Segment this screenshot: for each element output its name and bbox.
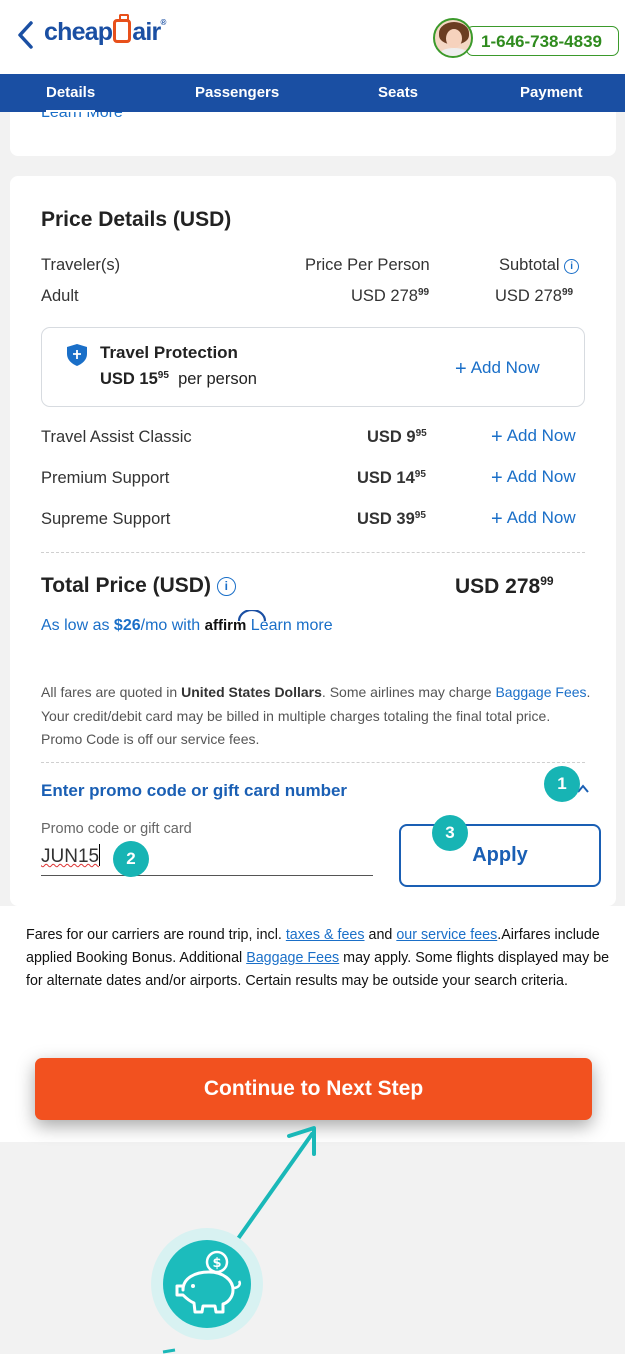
price-details-card: Price Details (USD) Traveler(s) Price Pe… <box>10 176 616 906</box>
tab-details[interactable]: Details <box>46 84 96 113</box>
baggage-fees-link[interactable]: Baggage Fees <box>246 950 339 966</box>
checkout-steps-nav: Details Passengers Seats Payment <box>0 74 625 113</box>
travel-protection-title: Travel Protection <box>100 343 238 362</box>
col-traveler: Traveler(s) <box>41 256 121 274</box>
service-fees-link[interactable]: our service fees <box>396 927 497 943</box>
tab-payment[interactable]: Payment <box>520 84 583 101</box>
total-info-icon[interactable]: i <box>216 577 236 596</box>
shield-icon <box>67 344 87 366</box>
subtotal-value: USD 27899 <box>495 287 574 305</box>
affirm-financing: As low as $26/mo with affirm Learn more <box>41 617 333 634</box>
baggage-fees-link[interactable]: Baggage Fees <box>495 684 586 700</box>
traveler-type: Adult <box>41 287 79 305</box>
travel-protection-price: USD 1595 per person <box>100 370 257 388</box>
previous-card: Learn More <box>10 112 616 156</box>
price-details-title: Price Details (USD) <box>41 208 232 231</box>
agent-avatar <box>433 18 473 58</box>
back-arrow-icon[interactable] <box>14 20 38 50</box>
fare-disclaimer: All fares are quoted in United States Do… <box>41 684 591 747</box>
svg-text:$: $ <box>212 1256 221 1271</box>
step-badge-3: 3 <box>432 815 468 851</box>
cheapoair-logo[interactable]: cheap air® <box>44 14 166 47</box>
apply-promo-button[interactable]: Apply <box>399 824 601 887</box>
addon-supreme-support-add-button[interactable]: + Add Now <box>491 508 576 531</box>
addon-label: Supreme Support <box>41 510 171 528</box>
addon-premium-support-add-button[interactable]: + Add Now <box>491 467 576 490</box>
total-price-value: USD 27899 <box>455 574 554 598</box>
promo-code-heading[interactable]: Enter promo code or gift card number <box>41 781 347 801</box>
price-per-person-value: USD 27899 <box>351 287 430 305</box>
tab-seats[interactable]: Seats <box>378 84 418 101</box>
subtotal-info-icon[interactable]: i <box>564 259 580 274</box>
phone-number-button[interactable]: 1-646-738-4839 <box>466 26 619 56</box>
learn-more-link[interactable]: Learn More <box>41 112 123 122</box>
total-price-label: Total Price (USD) i <box>41 574 236 598</box>
piggy-bank-icon: $ <box>163 1240 251 1328</box>
divider <box>41 762 585 763</box>
travel-protection-add-button[interactable]: + Add Now <box>455 358 540 381</box>
continue-button[interactable]: Continue to Next Step <box>35 1058 592 1120</box>
col-price-per-person: Price Per Person <box>305 256 430 274</box>
travel-protection-box: Travel Protection USD 1595 per person + A… <box>41 327 585 407</box>
col-subtotal: Subtotal i <box>499 256 580 275</box>
step-badge-1: 1 <box>544 766 580 802</box>
divider <box>41 552 585 553</box>
promo-code-input[interactable]: JUN15 <box>41 844 373 876</box>
fares-note: Fares for our carriers are round trip, i… <box>26 927 610 989</box>
affirm-arc-icon <box>237 610 267 622</box>
text-cursor <box>99 844 101 866</box>
addon-price: USD 995 <box>367 428 427 446</box>
addon-price: USD 1495 <box>357 469 426 487</box>
addon-label: Travel Assist Classic <box>41 428 192 446</box>
step-badge-2: 2 <box>113 841 149 877</box>
taxes-fees-link[interactable]: taxes & fees <box>286 927 365 943</box>
tab-passengers[interactable]: Passengers <box>195 84 279 101</box>
app-header: cheap air® 1-646-738-4839 <box>0 0 625 74</box>
promo-field-label: Promo code or gift card <box>41 821 192 837</box>
addon-price: USD 3995 <box>357 510 426 528</box>
addon-travel-assist-add-button[interactable]: + Add Now <box>491 426 576 449</box>
addon-label: Premium Support <box>41 469 170 487</box>
